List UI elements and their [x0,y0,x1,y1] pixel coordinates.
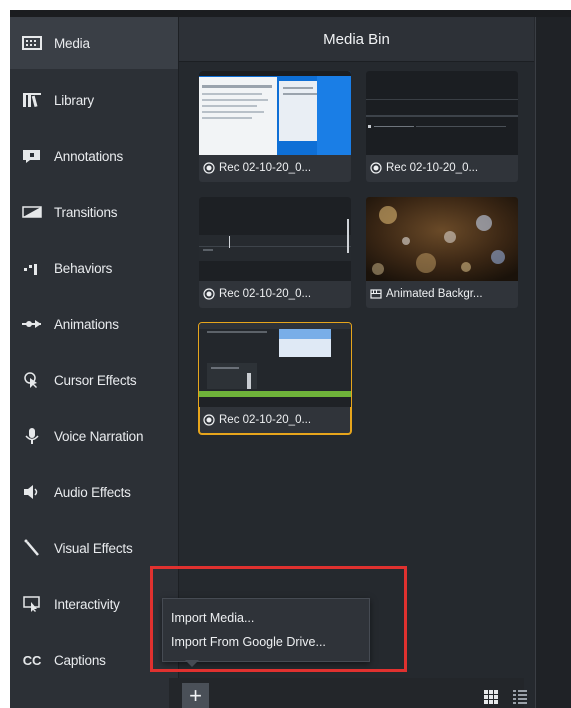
sidebar-item-cursor-effects[interactable]: Cursor Effects [10,354,178,406]
media-thumbnail [199,197,351,281]
sidebar-item-label: Behaviors [54,260,113,276]
media-item-name: Rec 02-10-20_0... [219,162,312,174]
sidebar-item-label: Audio Effects [54,484,131,500]
sidebar-item-annotations[interactable]: Annotations [10,130,178,182]
media-item[interactable]: Rec 02-10-20_0... [199,197,351,308]
library-books-icon [10,88,54,112]
media-bin-title: Media Bin [179,17,534,62]
sidebar-item-transitions[interactable]: Transitions [10,186,178,238]
media-item-name: Animated Backgr... [386,288,483,300]
speech-bubble-icon [10,144,54,168]
sidebar-item-label: Transitions [54,204,118,220]
sidebar-item-media[interactable]: Media [10,17,178,69]
sidebar-item-label: Media [54,35,90,51]
sidebar-item-label: Annotations [54,148,124,164]
sidebar-item-label: Cursor Effects [54,372,137,388]
media-bin-toolbar [169,678,524,708]
media-item-caption: Rec 02-10-20_0... [370,159,516,177]
cursor-icon [10,368,54,392]
annotation-highlight-box [150,566,407,672]
speaker-icon [10,480,54,504]
media-item-name: Rec 02-10-20_0... [386,162,479,174]
sidebar-item-label: Interactivity [54,596,120,612]
sidebar-item-voice-narration[interactable]: Voice Narration [10,410,178,462]
media-item-name: Rec 02-10-20_0... [219,414,312,426]
media-item[interactable]: Animated Backgr... [366,197,518,308]
microphone-icon [10,424,54,448]
media-item-caption: Rec 02-10-20_0... [203,285,349,303]
animation-arrow-icon [10,312,54,336]
recording-icon [370,162,382,174]
recording-icon [203,414,215,426]
media-thumbnail [199,71,351,155]
title-strip [10,10,571,17]
sidebar-item-label: Library [54,92,94,108]
sidebar-item-label: Voice Narration [54,428,144,444]
sidebar-item-label: Captions [54,652,106,668]
add-media-button[interactable]: + [182,683,209,708]
media-item-caption: Rec 02-10-20_0... [203,411,349,429]
sidebar-item-animations[interactable]: Animations [10,298,178,350]
magic-wand-icon [10,536,54,560]
media-item[interactable]: Rec 02-10-20_0... [366,71,518,182]
behaviors-icon [10,256,54,280]
media-item-selected[interactable]: Rec 02-10-20_0... [198,322,352,435]
media-item[interactable]: Rec 02-10-20_0... [199,71,351,182]
sidebar-item-behaviors[interactable]: Behaviors [10,242,178,294]
media-item-caption: Animated Backgr... [370,285,516,303]
recording-icon [203,288,215,300]
media-thumbnail [199,323,351,407]
interactivity-icon [10,592,54,616]
media-thumbnail [366,71,518,155]
right-canvas-edge [535,17,571,708]
grid-view-icon[interactable] [480,686,502,708]
sidebar-item-label: Visual Effects [54,540,133,556]
cc-icon: CC [22,652,42,668]
sidebar-item-audio-effects[interactable]: Audio Effects [10,466,178,518]
media-item-caption: Rec 02-10-20_0... [203,159,349,177]
transition-icon [10,200,54,224]
recording-icon [203,162,215,174]
media-thumbnail [366,197,518,281]
list-view-icon[interactable] [509,686,531,708]
sidebar-item-label: Animations [54,316,119,332]
video-icon [370,289,382,299]
media-item-name: Rec 02-10-20_0... [219,288,312,300]
film-strip-icon [10,31,54,55]
sidebar-item-library[interactable]: Library [10,74,178,126]
